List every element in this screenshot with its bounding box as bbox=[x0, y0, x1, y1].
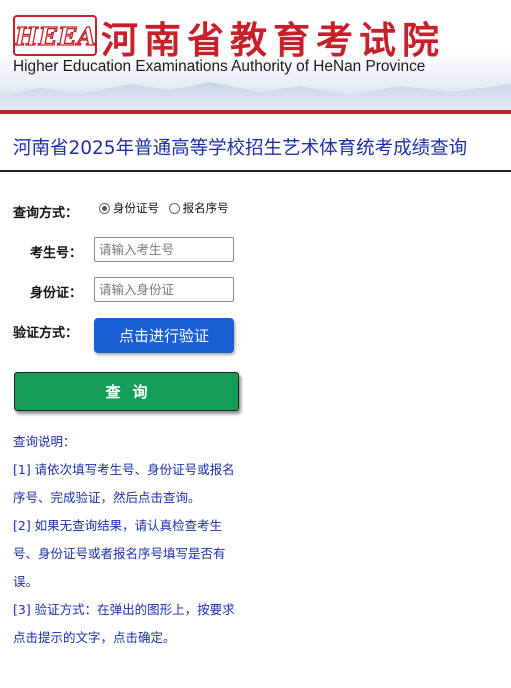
radio-id-number-circle[interactable] bbox=[99, 202, 110, 214]
query-button[interactable]: 查询 bbox=[14, 372, 239, 411]
id-card-label: 身份证： bbox=[30, 286, 83, 301]
instructions-title: 查询说明： bbox=[13, 434, 76, 449]
verify-button[interactable]: 点击进行验证 bbox=[94, 318, 234, 353]
header-banner: HEEA 河南省教育考试院 Higher Education Examinati… bbox=[0, 0, 511, 112]
instruction-item-2: [2] 如果无查询结果，请认真检查考生号、身份证号或者报名序号填写是否有误。 bbox=[13, 518, 226, 589]
radio-registration-number-circle[interactable] bbox=[168, 202, 180, 214]
instruction-item-3: [3] 验证方式：在弹出的图形上，按要求点击提示的文字，点击确定。 bbox=[13, 602, 235, 645]
radio-id-number-label: 身份证号 bbox=[113, 201, 159, 215]
query-instructions: 查询说明： [1] 请依次填写考生号、身份证号或报名序号、完成验证，然后点击查询… bbox=[13, 428, 245, 652]
page-title: 河南省2025年普通高等学校招生艺术体育统考成绩查询 bbox=[13, 138, 468, 159]
id-card-input[interactable] bbox=[94, 277, 234, 302]
radio-registration-number[interactable]: 报名序号 bbox=[168, 200, 229, 216]
heea-logo: HEEA bbox=[13, 15, 97, 56]
exam-number-input[interactable] bbox=[94, 237, 234, 262]
query-method-label: 查询方式： bbox=[13, 206, 79, 221]
radio-registration-number-label: 报名序号 bbox=[182, 201, 229, 215]
site-title-cn: 河南省教育考试院 bbox=[101, 19, 445, 62]
radio-id-number[interactable]: 身份证号 bbox=[99, 200, 159, 216]
query-method-radio-group: 身份证号 报名序号 bbox=[99, 200, 235, 217]
heea-logo-text: HEEA bbox=[14, 21, 97, 51]
verify-method-label: 验证方式： bbox=[13, 326, 79, 341]
title-divider bbox=[0, 170, 511, 172]
header-divider bbox=[0, 110, 511, 114]
site-title-en: Higher Education Examinations Authority … bbox=[13, 58, 426, 75]
exam-number-label: 考生号： bbox=[30, 246, 83, 261]
instruction-item-1: [1] 请依次填写考生号、身份证号或报名序号、完成验证，然后点击查询。 bbox=[13, 462, 235, 505]
